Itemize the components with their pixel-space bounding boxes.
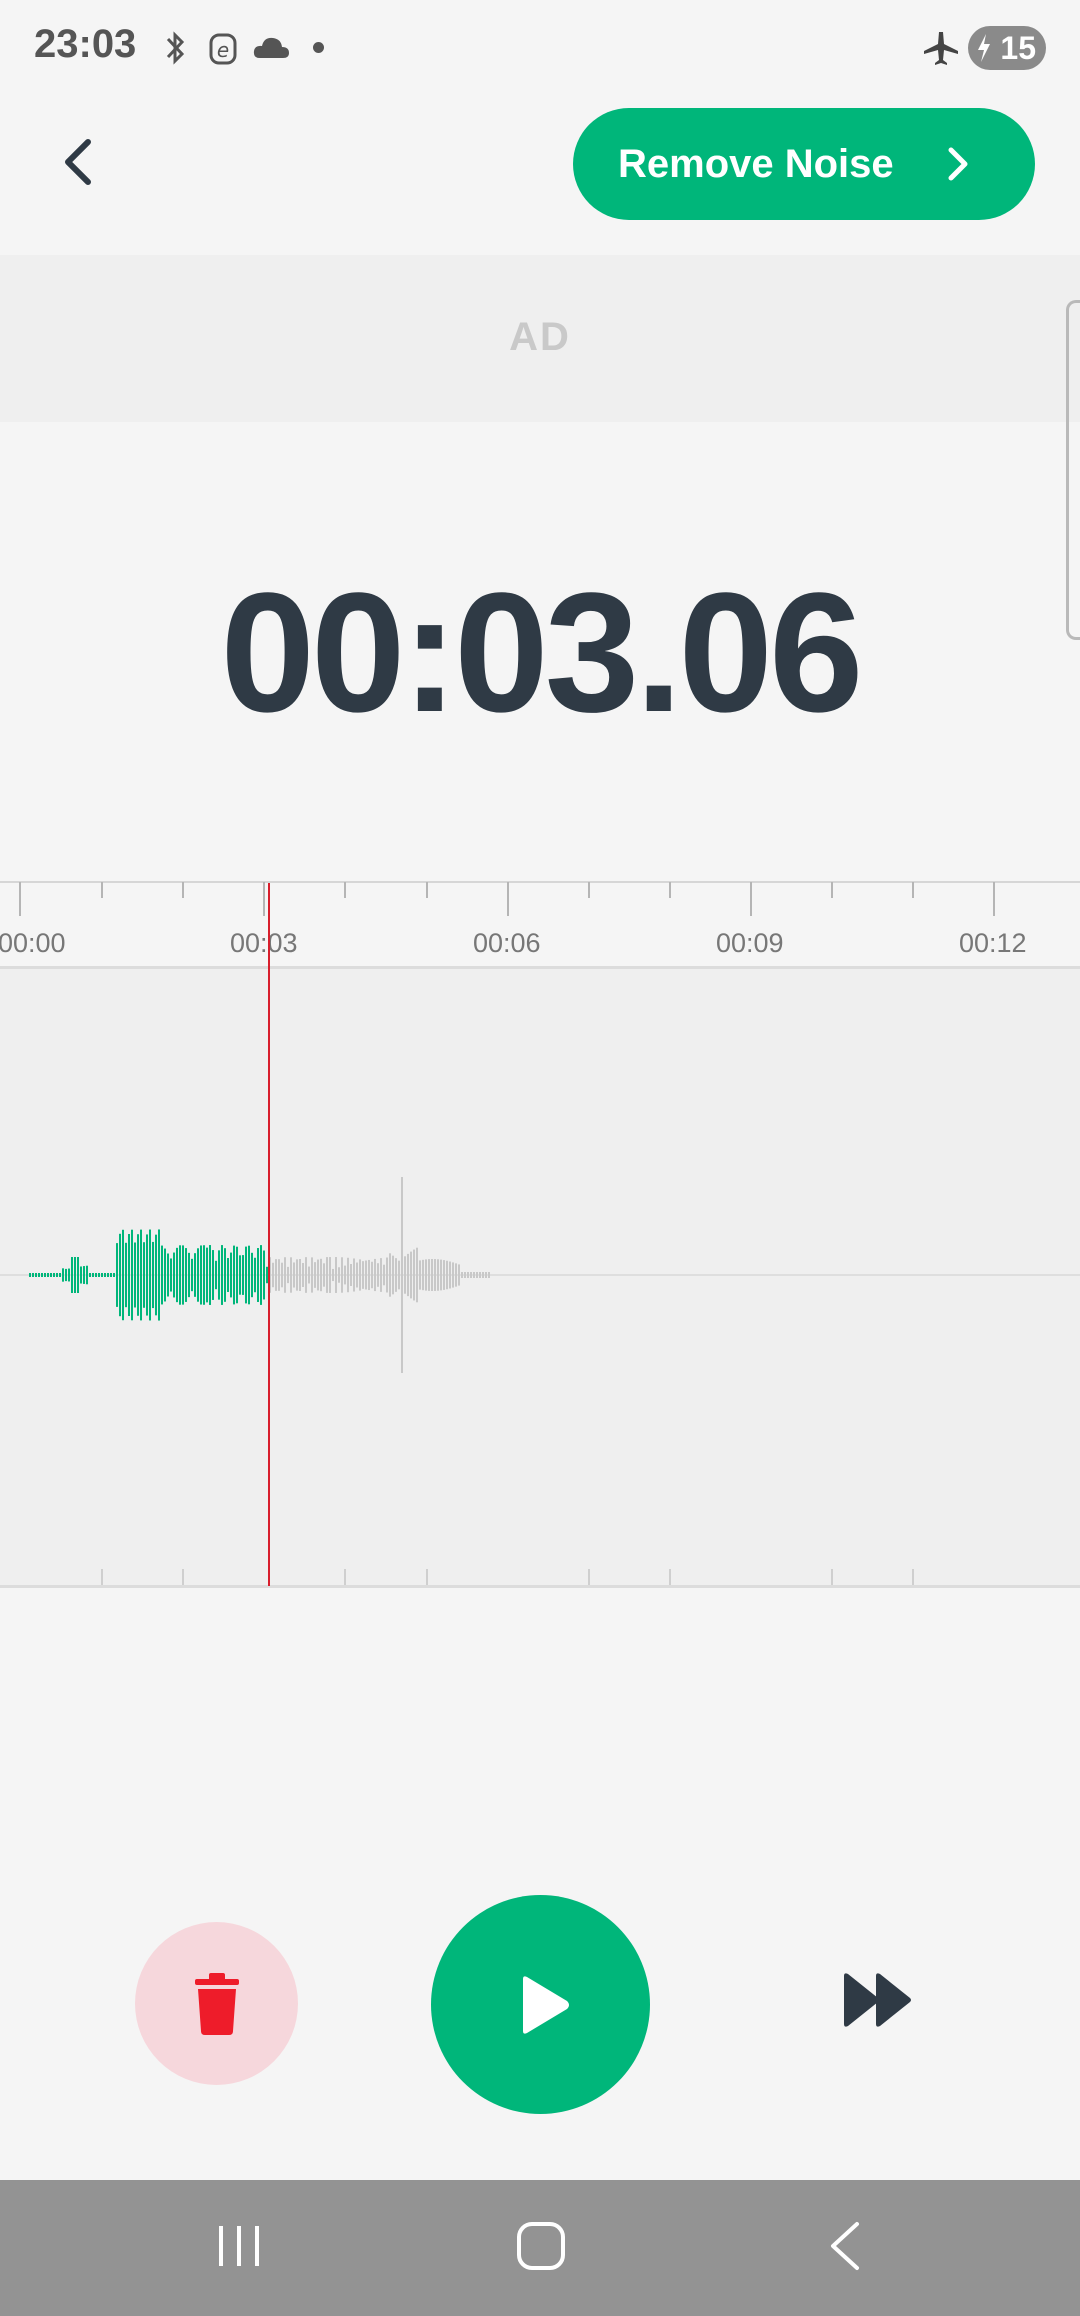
ruler-label: 00:00: [0, 928, 66, 958]
cloud-icon: [253, 37, 289, 58]
trash-icon: [195, 1973, 239, 2035]
dot-icon: [313, 42, 324, 53]
ruler-label: 00:09: [716, 928, 784, 958]
playhead[interactable]: [268, 883, 270, 1586]
home-icon[interactable]: [515, 2220, 567, 2272]
battery-level: 15: [1000, 29, 1036, 66]
ruler-label: 00:12: [959, 928, 1027, 958]
battery-indicator: 15: [968, 26, 1046, 70]
play-button[interactable]: [431, 1895, 650, 2114]
waveform: [0, 1177, 1080, 1585]
airplane-icon: [924, 32, 958, 65]
system-back-icon[interactable]: [825, 2220, 865, 2272]
ruler-label: 00:03: [230, 928, 298, 958]
vpn-e-icon: e: [209, 33, 237, 65]
ruler-label: 00:06: [473, 928, 541, 958]
ruler-ticks: [19, 882, 995, 916]
system-nav-bar: [0, 2180, 1080, 2316]
remove-noise-button[interactable]: Remove Noise: [573, 108, 1035, 220]
elapsed-time: 00:03.06: [220, 558, 863, 748]
recent-apps-icon[interactable]: [215, 2222, 263, 2270]
svg-text:e: e: [217, 38, 229, 62]
remove-noise-label: Remove Noise: [618, 141, 894, 186]
status-time: 23:03: [34, 22, 137, 66]
status-bar: 23:03 e 15: [0, 0, 1080, 96]
back-button[interactable]: [48, 130, 112, 194]
ad-label: AD: [509, 315, 571, 359]
charging-icon: [978, 34, 990, 62]
chevron-right-icon: [948, 147, 968, 181]
play-icon: [523, 1976, 569, 2034]
bluetooth-icon: [166, 31, 185, 65]
fast-forward-button[interactable]: [838, 1960, 918, 2040]
waveform-area[interactable]: [0, 966, 1080, 1588]
delete-button[interactable]: [135, 1922, 298, 2085]
